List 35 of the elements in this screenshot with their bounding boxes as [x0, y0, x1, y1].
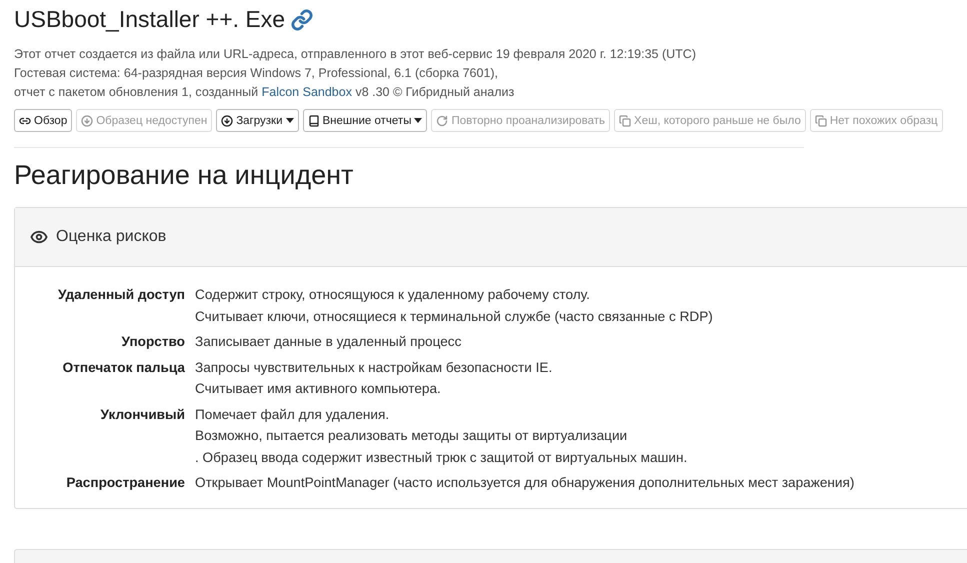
eye-icon — [30, 228, 48, 246]
risk-description: Помечает файл для удаления. — [195, 406, 390, 424]
risk-description: Открывает MountPointManager (часто используется для обнаружения дополнительных мест заражения) — [195, 474, 856, 492]
risk-category: Распространение — [65, 474, 185, 492]
toolbar-button[interactable]: Обзор — [14, 109, 72, 132]
toolbar-button[interactable]: Загрузки — [216, 109, 298, 132]
risk-description: Запросы чувствительных к настройкам безопасности IE. — [195, 358, 554, 377]
report-title: USBboot_Installer ++. Exe — [14, 6, 286, 33]
risk-category: Уклончивый — [100, 406, 185, 424]
risk-description: . Образец ввода содержит известный трюк с защитой от виртуальных машин. — [195, 448, 688, 467]
risk-description: Считывает имя активного компьютера. — [195, 380, 442, 398]
falcon-sandbox-link[interactable]: Falcon Sandbox — [262, 85, 352, 99]
refresh-icon — [436, 114, 448, 126]
caret-icon — [286, 118, 294, 123]
panel-title: Оценка рисков — [56, 228, 166, 246]
risk-description: Считывает ключи, относящиеся к терминальной службе (часто связанные с RDP) — [195, 308, 714, 326]
version-text: v8 .30 © Гибридный анализ — [354, 85, 514, 99]
risk-description: Содержит строку, относящуюся к удаленному рабочему столу. — [195, 286, 591, 304]
download-icon — [81, 114, 94, 126]
download-icon — [221, 114, 234, 126]
guest-system-text: Гостевая система: 64-разрядная версия Windows 7, Professional, 6.1 (сборка 7601), — [14, 65, 500, 82]
caret-icon — [414, 118, 422, 123]
copy-icon — [619, 114, 632, 126]
risk-category: Упорство — [120, 333, 185, 351]
risk-category: Отпечаток пальца — [62, 358, 185, 377]
risk-category: Удаленный доступ — [56, 286, 185, 304]
report-info-text: отчет с пакетом обновления 1, созданный — [14, 85, 260, 99]
copy-icon — [814, 114, 827, 126]
risk-description: Записывает данные в удаленный процесс — [195, 333, 462, 351]
report-info-text: Этот отчет создается из файла или URL-адреса, отправленного в этот веб-сервис 19 февраля 2020 г. 12:19:35 (UTC) — [14, 46, 697, 63]
book-icon — [308, 114, 320, 126]
risk-description: Возможно, пытается реализовать методы защиты от виртуализации — [195, 427, 628, 445]
link-icon[interactable] — [291, 8, 314, 30]
section-heading: Реагирование на инцидент — [14, 160, 354, 191]
toolbar-button[interactable]: Внешние отчеты — [302, 109, 428, 132]
